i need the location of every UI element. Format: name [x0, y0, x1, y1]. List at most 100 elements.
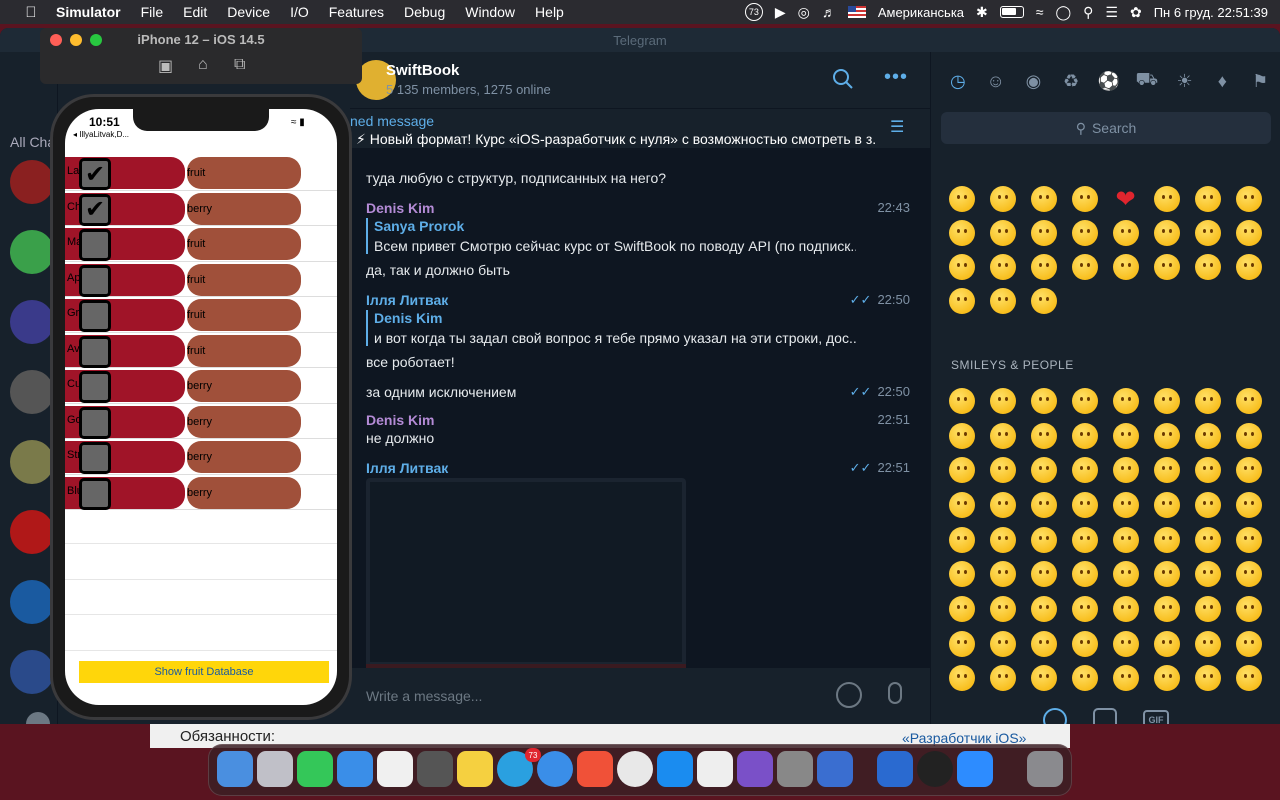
- launchpad-icon[interactable]: [257, 751, 293, 787]
- back-button[interactable]: ◂ IllyaLitvak,D...: [73, 130, 129, 139]
- checkbox[interactable]: [79, 264, 111, 297]
- message-author[interactable]: Ілля Литвак: [366, 460, 448, 476]
- airdrop-icon[interactable]: ◎: [798, 4, 810, 21]
- siri-icon[interactable]: ✿: [1130, 4, 1142, 21]
- emoji-icon[interactable]: [1023, 250, 1064, 284]
- emoji-icon[interactable]: [1146, 488, 1187, 522]
- apple-icon[interactable]: : [20, 4, 42, 21]
- recent-clock-icon[interactable]: ◷: [939, 66, 977, 96]
- emoji-icon[interactable]: [982, 384, 1023, 418]
- emoji-icon[interactable]: [941, 250, 982, 284]
- emoji-icon[interactable]: [1187, 419, 1228, 453]
- emoji-icon[interactable]: [1064, 557, 1105, 591]
- checkbox[interactable]: ✔: [79, 158, 111, 190]
- emoji-icon[interactable]: [982, 592, 1023, 626]
- checkbox[interactable]: ✔: [79, 193, 111, 226]
- chrome-icon[interactable]: [617, 751, 653, 787]
- chat-avatar[interactable]: [10, 580, 54, 624]
- emoji-icon[interactable]: [1146, 557, 1187, 591]
- emoji-icon[interactable]: [1064, 488, 1105, 522]
- emoji-icon[interactable]: [1064, 250, 1105, 284]
- profile-icon[interactable]: [26, 712, 50, 724]
- animal-icon[interactable]: ◉: [1015, 66, 1053, 96]
- emoji-icon[interactable]: [1146, 523, 1187, 557]
- table-row[interactable]: Ch berry ✔: [65, 191, 337, 226]
- emoji-icon[interactable]: [1228, 592, 1269, 626]
- emoji-icon[interactable]: [1023, 488, 1064, 522]
- emoji-icon[interactable]: [1105, 216, 1146, 250]
- chat-title[interactable]: SwiftBook: [386, 62, 459, 79]
- emoji-icon[interactable]: [941, 523, 982, 557]
- input-source-label[interactable]: Американська: [878, 5, 964, 20]
- user-icon[interactable]: ◯: [1055, 4, 1071, 21]
- emoji-icon[interactable]: [1023, 182, 1064, 216]
- emoji-icon[interactable]: [1146, 250, 1187, 284]
- checkbox[interactable]: [79, 477, 111, 510]
- emoji-icon[interactable]: [1187, 592, 1228, 626]
- emoji-icon[interactable]: [982, 453, 1023, 487]
- safari-icon[interactable]: [537, 751, 573, 787]
- emoji-icon[interactable]: [1105, 661, 1146, 695]
- show-fruit-database-button[interactable]: Show fruit Database: [79, 661, 329, 683]
- emoji-icon[interactable]: [1105, 488, 1146, 522]
- activity-monitor-icon[interactable]: [917, 751, 953, 787]
- emoji-icon[interactable]: [1105, 523, 1146, 557]
- emoji-icon[interactable]: [1187, 250, 1228, 284]
- emoji-icon[interactable]: [1146, 216, 1187, 250]
- emoji-icon[interactable]: [941, 384, 982, 418]
- emoji-icon[interactable]: [1146, 182, 1187, 216]
- emoji-icon[interactable]: [1064, 661, 1105, 695]
- microphone-icon[interactable]: [888, 682, 902, 704]
- emoji-icon[interactable]: [1064, 384, 1105, 418]
- gif-icon[interactable]: GIF: [1143, 710, 1169, 724]
- emoji-icon[interactable]: [941, 627, 982, 661]
- emoji-icon[interactable]: [1064, 627, 1105, 661]
- emoji-icon[interactable]: [1105, 453, 1146, 487]
- table-row[interactable]: Ap fruit: [65, 262, 337, 297]
- spotlight-search-icon[interactable]: ⚲: [1083, 4, 1093, 21]
- chat-avatar[interactable]: [10, 370, 54, 414]
- system-preferences-icon[interactable]: [777, 751, 813, 787]
- food-icon[interactable]: ♻: [1052, 66, 1090, 96]
- emoji-icon[interactable]: [1228, 182, 1269, 216]
- table-row[interactable]: Ma fruit: [65, 226, 337, 262]
- more-icon[interactable]: •••: [884, 66, 908, 89]
- emoji-icon[interactable]: [1105, 419, 1146, 453]
- menu-edit[interactable]: Edit: [183, 4, 207, 20]
- emoji-icon[interactable]: [1023, 557, 1064, 591]
- chat-avatar[interactable]: [10, 300, 54, 344]
- emoji-icon[interactable]: [1228, 523, 1269, 557]
- emoji-icon[interactable]: [982, 488, 1023, 522]
- emoji-icon[interactable]: [1146, 627, 1187, 661]
- emoji-icon[interactable]: [1228, 250, 1269, 284]
- emoji-icon[interactable]: [1228, 661, 1269, 695]
- emoji-icon[interactable]: [941, 182, 982, 216]
- table-row[interactable]: Str ryberry: [65, 439, 337, 475]
- emoji-icon[interactable]: [1187, 182, 1228, 216]
- emoji-icon[interactable]: [1064, 182, 1105, 216]
- emoji-icon[interactable]: [1228, 453, 1269, 487]
- emoji-icon[interactable]: [1023, 216, 1064, 250]
- facetime-icon[interactable]: [297, 751, 333, 787]
- emoji-icon[interactable]: [941, 557, 982, 591]
- message-author[interactable]: Denis Kim: [366, 412, 434, 428]
- control-center-icon[interactable]: ☰: [1105, 4, 1118, 21]
- emoji-icon[interactable]: [1187, 488, 1228, 522]
- emoji-icon[interactable]: [1064, 419, 1105, 453]
- table-row[interactable]: Cu berry: [65, 368, 337, 404]
- checkbox[interactable]: [79, 406, 111, 439]
- checkbox[interactable]: [79, 300, 111, 332]
- emoji-icon[interactable]: [982, 284, 1023, 318]
- emoji-icon[interactable]: [1187, 216, 1228, 250]
- checkbox[interactable]: [79, 335, 111, 368]
- pin-icon[interactable]: ☰: [890, 117, 904, 137]
- emoji-icon[interactable]: [941, 453, 982, 487]
- checkbox[interactable]: [79, 442, 111, 474]
- search-icon[interactable]: [832, 68, 854, 90]
- menu-window[interactable]: Window: [465, 4, 515, 20]
- menu-features[interactable]: Features: [329, 4, 384, 20]
- emoji-icon[interactable]: [941, 592, 982, 626]
- emoji-icon[interactable]: [982, 627, 1023, 661]
- emoji-icon[interactable]: [1023, 384, 1064, 418]
- emoji-icon[interactable]: [1023, 627, 1064, 661]
